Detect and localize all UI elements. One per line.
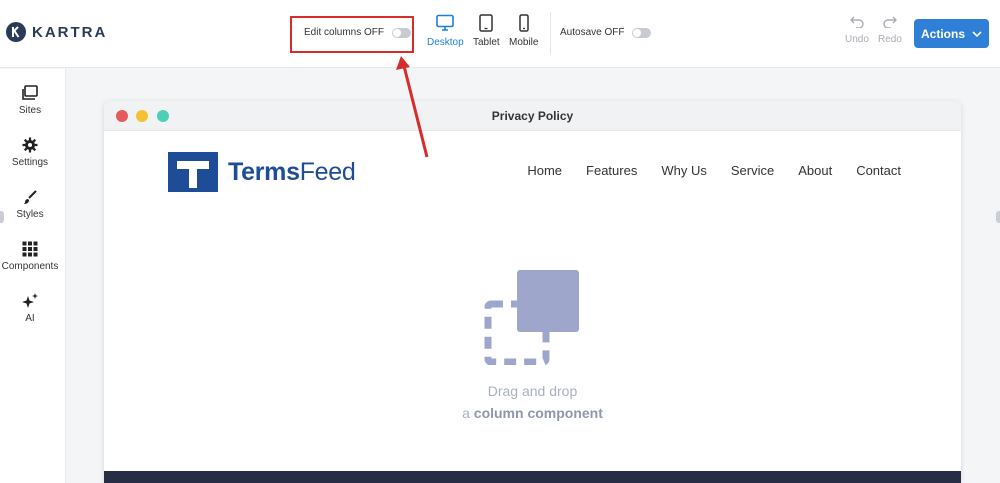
device-desktop-label: Desktop bbox=[427, 37, 464, 48]
window-title: Privacy Policy bbox=[491, 109, 574, 123]
toolbar-divider bbox=[550, 12, 551, 54]
dropzone-illustration-icon bbox=[484, 269, 580, 370]
desktop-icon bbox=[436, 14, 455, 31]
device-mobile-label: Mobile bbox=[509, 37, 539, 48]
brand-name-bold: Terms bbox=[228, 157, 300, 186]
sparkle-icon bbox=[22, 293, 38, 308]
termsfeed-logo-icon bbox=[168, 152, 218, 192]
dropzone-line-2: a column component bbox=[104, 405, 961, 421]
actions-button[interactable]: Actions bbox=[914, 19, 989, 48]
nav-link-home[interactable]: Home bbox=[527, 163, 562, 178]
sidebar-item-settings[interactable]: Settings bbox=[0, 137, 60, 168]
mobile-icon bbox=[518, 14, 529, 32]
autosave-label: Autosave OFF bbox=[560, 27, 625, 38]
termsfeed-logo[interactable]: TermsFeed bbox=[168, 152, 356, 192]
dropzone-line-2-bold: column component bbox=[473, 405, 603, 421]
kartra-logo[interactable]: KARTRA bbox=[6, 22, 107, 42]
dropzone-line-1: Drag and drop bbox=[487, 383, 578, 399]
device-desktop-button[interactable]: Desktop bbox=[427, 14, 464, 48]
actions-label: Actions bbox=[920, 26, 965, 41]
gear-icon bbox=[22, 137, 38, 153]
device-tablet-button[interactable]: Tablet bbox=[473, 14, 500, 48]
tablet-icon bbox=[479, 14, 494, 32]
redo-button[interactable]: Redo bbox=[878, 16, 902, 45]
edit-columns-label: Edit columns OFF bbox=[304, 27, 385, 38]
nav-link-features[interactable]: Features bbox=[586, 163, 637, 178]
brand-name-light: Feed bbox=[299, 157, 356, 186]
edit-columns-toggle[interactable] bbox=[392, 27, 412, 38]
kartra-logo-icon bbox=[6, 22, 26, 42]
redo-icon bbox=[883, 16, 897, 28]
sidebar-item-components[interactable]: Components bbox=[0, 241, 60, 272]
device-mobile-button[interactable]: Mobile bbox=[509, 14, 538, 48]
device-tablet-label: Tablet bbox=[473, 37, 500, 48]
nav-link-service[interactable]: Service bbox=[731, 163, 774, 178]
autosave-toggle[interactable] bbox=[632, 27, 652, 38]
left-sidebar: Sites Settings Styles Components AI bbox=[0, 69, 66, 483]
sidebar-item-styles[interactable]: Styles bbox=[0, 189, 60, 220]
sidebar-item-label: Settings bbox=[11, 157, 49, 168]
sidebar-item-label: Sites bbox=[18, 105, 42, 116]
right-panel-handle[interactable] bbox=[996, 211, 1000, 223]
grid-icon bbox=[22, 241, 38, 257]
logo-text: KARTRA bbox=[32, 23, 108, 41]
brand-name: TermsFeed bbox=[228, 157, 356, 187]
nav-link-contact[interactable]: Contact bbox=[856, 163, 901, 178]
autosave-control[interactable]: Autosave OFF bbox=[560, 27, 652, 38]
edit-columns-control[interactable]: Edit columns OFF bbox=[304, 27, 412, 38]
sidebar-item-ai[interactable]: AI bbox=[0, 293, 60, 324]
undo-label: Undo bbox=[845, 34, 869, 45]
chevron-down-icon bbox=[972, 30, 982, 37]
dropzone-line-2-prefix: a bbox=[462, 405, 470, 421]
site-nav: Home Features Why Us Service About Conta… bbox=[527, 163, 901, 178]
undo-button[interactable]: Undo bbox=[845, 16, 869, 45]
page-canvas: Privacy Policy TermsFeed Home Features W… bbox=[104, 101, 961, 483]
redo-label: Redo bbox=[878, 34, 902, 45]
nav-link-why-us[interactable]: Why Us bbox=[661, 163, 707, 178]
brush-icon bbox=[24, 190, 37, 204]
browser-frame-bar: Privacy Policy bbox=[104, 101, 961, 131]
top-toolbar: KARTRA Edit columns OFF Desktop Tablet M… bbox=[0, 0, 1000, 68]
undo-icon bbox=[849, 16, 864, 28]
left-panel-handle[interactable] bbox=[0, 211, 4, 223]
sidebar-item-label: Styles bbox=[16, 209, 44, 220]
sites-icon bbox=[22, 85, 38, 100]
page-footer-strip bbox=[104, 471, 961, 483]
sidebar-item-label: AI bbox=[25, 313, 35, 324]
nav-link-about[interactable]: About bbox=[798, 163, 832, 178]
sidebar-item-sites[interactable]: Sites bbox=[0, 85, 60, 116]
sidebar-item-label: Components bbox=[1, 261, 59, 272]
